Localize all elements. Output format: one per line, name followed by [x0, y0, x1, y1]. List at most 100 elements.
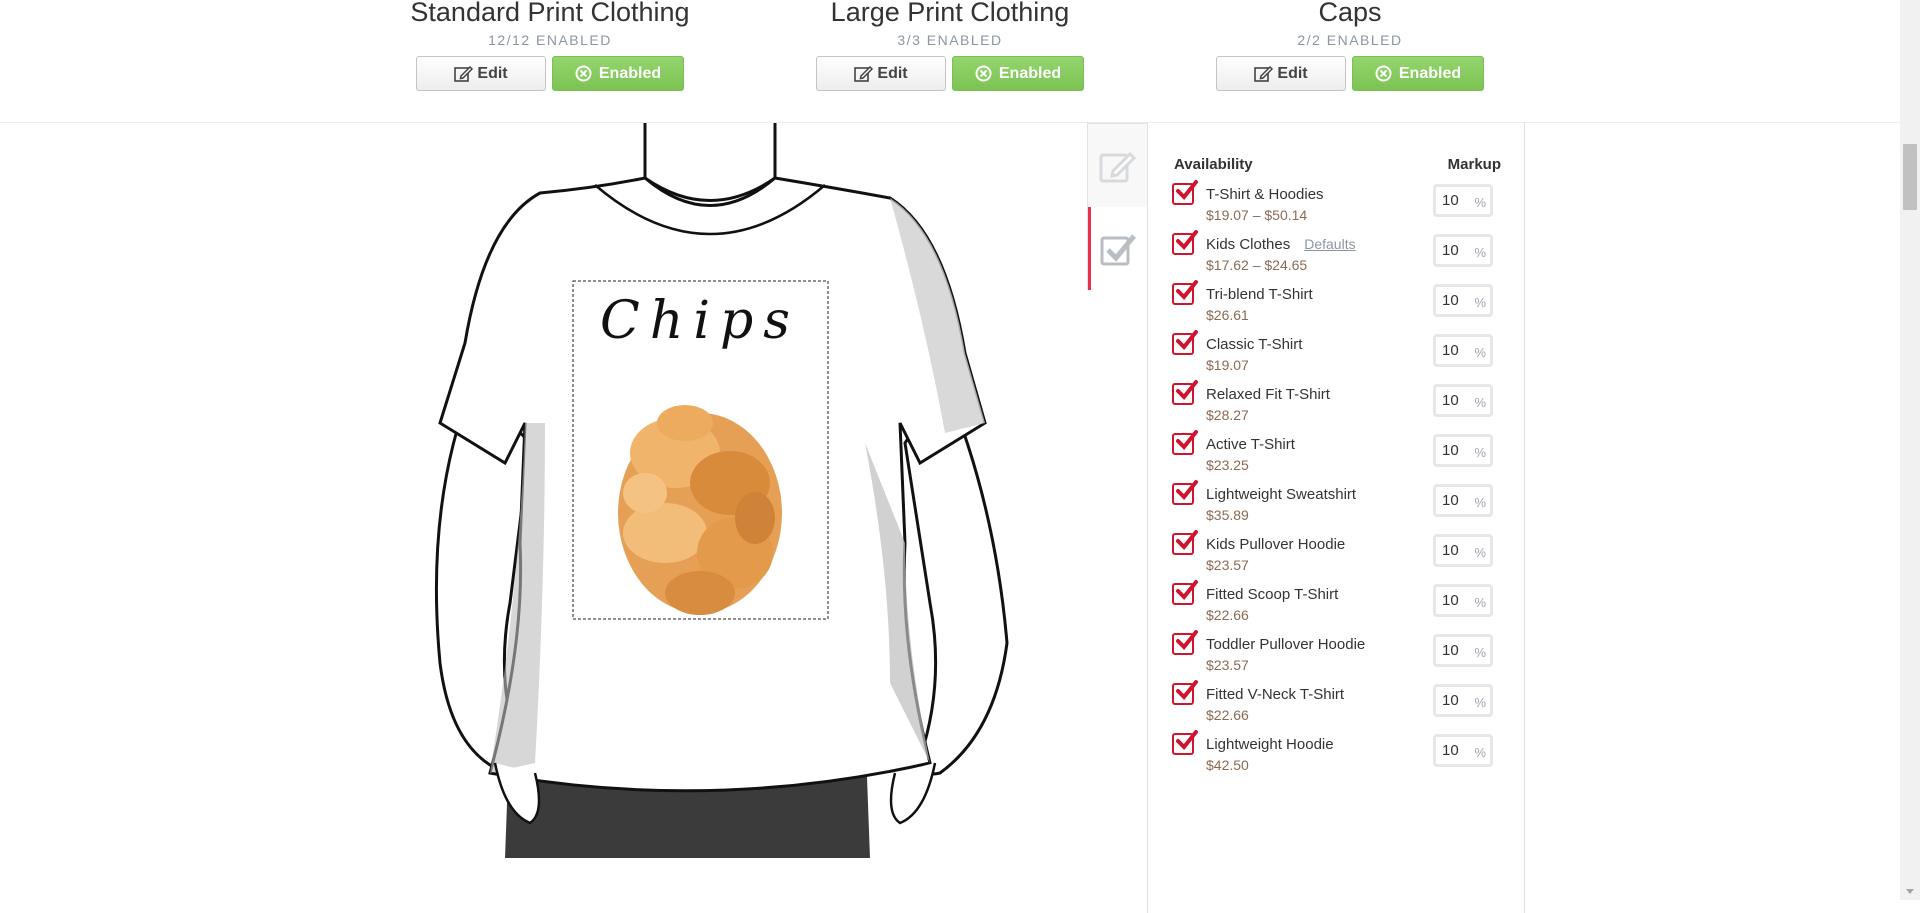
percent-sign: %	[1474, 645, 1486, 660]
enabled-toggle-button[interactable]: Enabled	[1352, 56, 1484, 91]
percent-sign: %	[1474, 695, 1486, 710]
availability-checkbox[interactable]	[1172, 330, 1198, 355]
product-name: Kids Clothes Defaults	[1206, 236, 1356, 253]
percent-sign: %	[1474, 395, 1486, 410]
availability-checkbox[interactable]	[1172, 230, 1198, 255]
availability-checkbox[interactable]	[1172, 680, 1198, 705]
markup-heading: Markup	[1447, 156, 1501, 173]
edit-button[interactable]: Edit	[416, 56, 546, 91]
markup-field: %	[1433, 684, 1493, 717]
markup-input[interactable]	[1442, 742, 1472, 759]
product-price: $23.57	[1206, 557, 1249, 573]
markup-field: %	[1433, 634, 1493, 667]
availability-checkbox[interactable]	[1172, 180, 1198, 205]
markup-input[interactable]	[1442, 342, 1472, 359]
product-price: $22.66	[1206, 707, 1249, 723]
edit-icon	[854, 65, 874, 82]
product-price: $42.50	[1206, 757, 1249, 773]
edit-button[interactable]: Edit	[816, 56, 946, 91]
product-name: Tri-blend T-Shirt	[1206, 286, 1313, 303]
availability-row: Lightweight Sweatshirt $35.89 %	[1172, 480, 1512, 531]
checkmark-icon	[1176, 230, 1198, 250]
product-name: Relaxed Fit T-Shirt	[1206, 386, 1330, 403]
availability-checkbox[interactable]	[1172, 530, 1198, 555]
product-name: Lightweight Sweatshirt	[1206, 486, 1356, 503]
product-name: Kids Pullover Hoodie	[1206, 536, 1345, 553]
markup-field: %	[1433, 734, 1493, 767]
design-text: Chips	[600, 291, 800, 351]
enabled-label: Enabled	[998, 64, 1062, 82]
enabled-toggle-button[interactable]: Enabled	[552, 56, 684, 91]
edit-icon	[454, 65, 474, 82]
enabled-toggle-button[interactable]: Enabled	[952, 56, 1084, 91]
markup-field: %	[1433, 184, 1493, 217]
product-type-bar: Standard Print Clothing 12/12 ENABLED Ed…	[0, 0, 1900, 123]
availability-panel: Availability Markup T-Shirt & Hoodies $1…	[1147, 123, 1525, 913]
checkmark-icon	[1176, 430, 1198, 450]
product-name: Fitted V-Neck T-Shirt	[1206, 686, 1344, 703]
tab-availability[interactable]	[1088, 207, 1147, 290]
scroll-down-arrow-icon[interactable]	[1906, 889, 1914, 894]
markup-input[interactable]	[1442, 292, 1472, 309]
markup-input[interactable]	[1442, 392, 1472, 409]
markup-field: %	[1433, 534, 1493, 567]
markup-input[interactable]	[1442, 692, 1472, 709]
percent-sign: %	[1474, 595, 1486, 610]
product-name-text: Toddler Pullover Hoodie	[1206, 636, 1366, 653]
product-name: T-Shirt & Hoodies	[1206, 186, 1324, 203]
product-price: $26.61	[1206, 307, 1249, 323]
availability-row: Classic T-Shirt $19.07 %	[1172, 330, 1512, 381]
markup-input[interactable]	[1442, 542, 1472, 559]
product-actions: Edit Enabled	[410, 56, 690, 91]
percent-sign: %	[1474, 245, 1486, 260]
t-shirt-illustration: Chips	[434, 123, 1009, 858]
availability-heading: Availability	[1174, 156, 1253, 173]
availability-checkbox[interactable]	[1172, 580, 1198, 605]
product-standard-print: Standard Print Clothing 12/12 ENABLED Ed…	[410, 0, 690, 91]
markup-input[interactable]	[1442, 442, 1472, 459]
markup-input[interactable]	[1442, 592, 1472, 609]
percent-sign: %	[1474, 295, 1486, 310]
markup-field: %	[1433, 434, 1493, 467]
product-enabled-count: 12/12 ENABLED	[488, 32, 612, 48]
tab-edit[interactable]	[1088, 124, 1147, 207]
markup-input[interactable]	[1442, 242, 1472, 259]
availability-checkbox[interactable]	[1172, 430, 1198, 455]
markup-field: %	[1433, 234, 1493, 267]
percent-sign: %	[1474, 195, 1486, 210]
markup-field: %	[1433, 584, 1493, 617]
product-price: $35.89	[1206, 507, 1249, 523]
availability-checkbox[interactable]	[1172, 630, 1198, 655]
edit-button[interactable]: Edit	[1216, 56, 1346, 91]
checkmark-icon	[1176, 380, 1198, 400]
markup-input[interactable]	[1442, 492, 1472, 509]
edit-icon	[1099, 151, 1136, 182]
product-price: $23.25	[1206, 457, 1249, 473]
product-name-text: Lightweight Hoodie	[1206, 736, 1334, 753]
product-title: Standard Print Clothing	[410, 0, 690, 27]
markup-input[interactable]	[1442, 192, 1472, 209]
enabled-label: Enabled	[598, 64, 662, 82]
page-scrollbar[interactable]	[1900, 0, 1920, 900]
defaults-link[interactable]: Defaults	[1304, 236, 1355, 252]
product-caps: Caps 2/2 ENABLED Edit Enabled	[1210, 0, 1490, 91]
editor-side-tabs	[1087, 123, 1147, 290]
markup-input[interactable]	[1442, 642, 1472, 659]
product-name-text: Lightweight Sweatshirt	[1206, 486, 1357, 503]
availability-checkbox[interactable]	[1172, 380, 1198, 405]
product-price: $19.07	[1206, 357, 1249, 373]
availability-checkbox[interactable]	[1172, 280, 1198, 305]
product-name: Classic T-Shirt	[1206, 336, 1302, 353]
product-price: $22.66	[1206, 607, 1249, 623]
product-name-text: Tri-blend T-Shirt	[1206, 286, 1313, 303]
availability-checkbox[interactable]	[1172, 730, 1198, 755]
product-name-text: T-Shirt & Hoodies	[1206, 186, 1324, 203]
scrollbar-thumb[interactable]	[1903, 144, 1917, 210]
product-name-text: Kids Pullover Hoodie	[1206, 536, 1346, 553]
product-name-text: Fitted Scoop T-Shirt	[1206, 586, 1339, 603]
edit-label: Edit	[877, 64, 908, 82]
product-name: Fitted Scoop T-Shirt	[1206, 586, 1338, 603]
product-name-text: Fitted V-Neck T-Shirt	[1206, 686, 1345, 703]
availability-checkbox[interactable]	[1172, 480, 1198, 505]
availability-row: Active T-Shirt $23.25 %	[1172, 430, 1512, 481]
